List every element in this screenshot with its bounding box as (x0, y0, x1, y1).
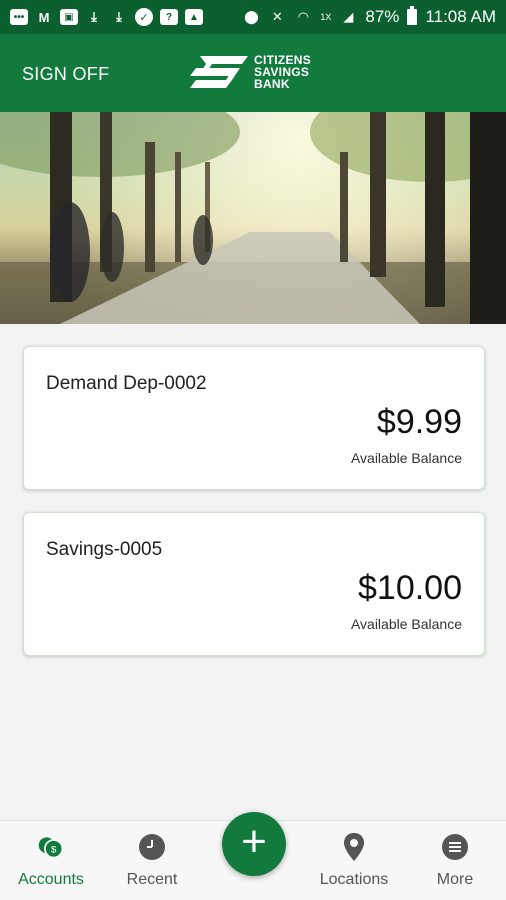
signal-icon: ◢ (343, 9, 354, 24)
balance-label: Available Balance (350, 450, 462, 466)
nav-recent[interactable]: Recent (102, 821, 202, 900)
system-icons: ⬤ ✕ ◠ 1X ◢ 87% 11:08 AM (242, 6, 496, 27)
account-card-savings[interactable]: Savings-0005 $10.00 Available Balance (23, 512, 485, 656)
mute-icon: ✕ (271, 9, 283, 24)
location-icon: ⬤ (244, 9, 259, 24)
account-name: Savings-0005 (46, 539, 163, 560)
notification-icons: ••• M ▣ ⤓ ⤓ ✓ ? ▲ (10, 8, 203, 26)
account-balance: $10.00 (358, 569, 462, 607)
nav-more[interactable]: More (404, 821, 506, 900)
check-icon: ✓ (135, 8, 153, 26)
nav-label: Recent (126, 871, 178, 888)
image-icon: ▲ (185, 9, 203, 25)
status-bar: ••• M ▣ ⤓ ⤓ ✓ ? ▲ ⬤ ✕ ◠ 1X ◢ 87% 11:08 A… (0, 0, 506, 34)
account-name: Demand Dep-0002 (46, 373, 207, 394)
menu-icon (441, 833, 469, 861)
network-type: 1X (320, 12, 332, 22)
logo-mark-icon (190, 56, 248, 88)
help-icon: ? (160, 9, 178, 25)
download-icon: ⤓ (91, 9, 97, 24)
sign-off-button[interactable]: SIGN OFF (22, 64, 109, 85)
balance-label: Available Balance (350, 616, 462, 632)
nav-label: More (436, 871, 474, 888)
nav-accounts[interactable]: $ Accounts (0, 821, 102, 900)
svg-text:$: $ (51, 844, 57, 855)
nav-locations[interactable]: Locations (304, 821, 404, 900)
message-icon: ••• (10, 9, 28, 25)
accounts-icon: $ (37, 833, 65, 861)
nav-label: Accounts (18, 871, 84, 888)
gmail-icon: M (38, 9, 50, 25)
nav-label: Locations (319, 871, 389, 888)
location-pin-icon (340, 833, 368, 861)
add-button[interactable]: + (222, 812, 286, 876)
account-card-demand-deposit[interactable]: Demand Dep-0002 $9.99 Available Balance (23, 346, 485, 490)
clock-icon (138, 833, 166, 861)
logo-text: CITIZENS SAVINGS BANK (254, 53, 312, 91)
inbox-icon: ▣ (60, 9, 78, 25)
battery-icon (407, 6, 418, 25)
bank-logo: CITIZENS SAVINGS BANK (190, 54, 311, 90)
download-icon: ⤓ (116, 9, 122, 24)
park-path-illustration (0, 112, 506, 324)
battery-percent: 87% (365, 7, 400, 26)
clock: 11:08 AM (425, 7, 496, 26)
account-balance: $9.99 (376, 403, 462, 441)
hero-image (0, 112, 506, 324)
app-header: SIGN OFF CITIZENS SAVINGS BANK (0, 34, 506, 112)
wifi-icon: ◠ (298, 9, 309, 24)
